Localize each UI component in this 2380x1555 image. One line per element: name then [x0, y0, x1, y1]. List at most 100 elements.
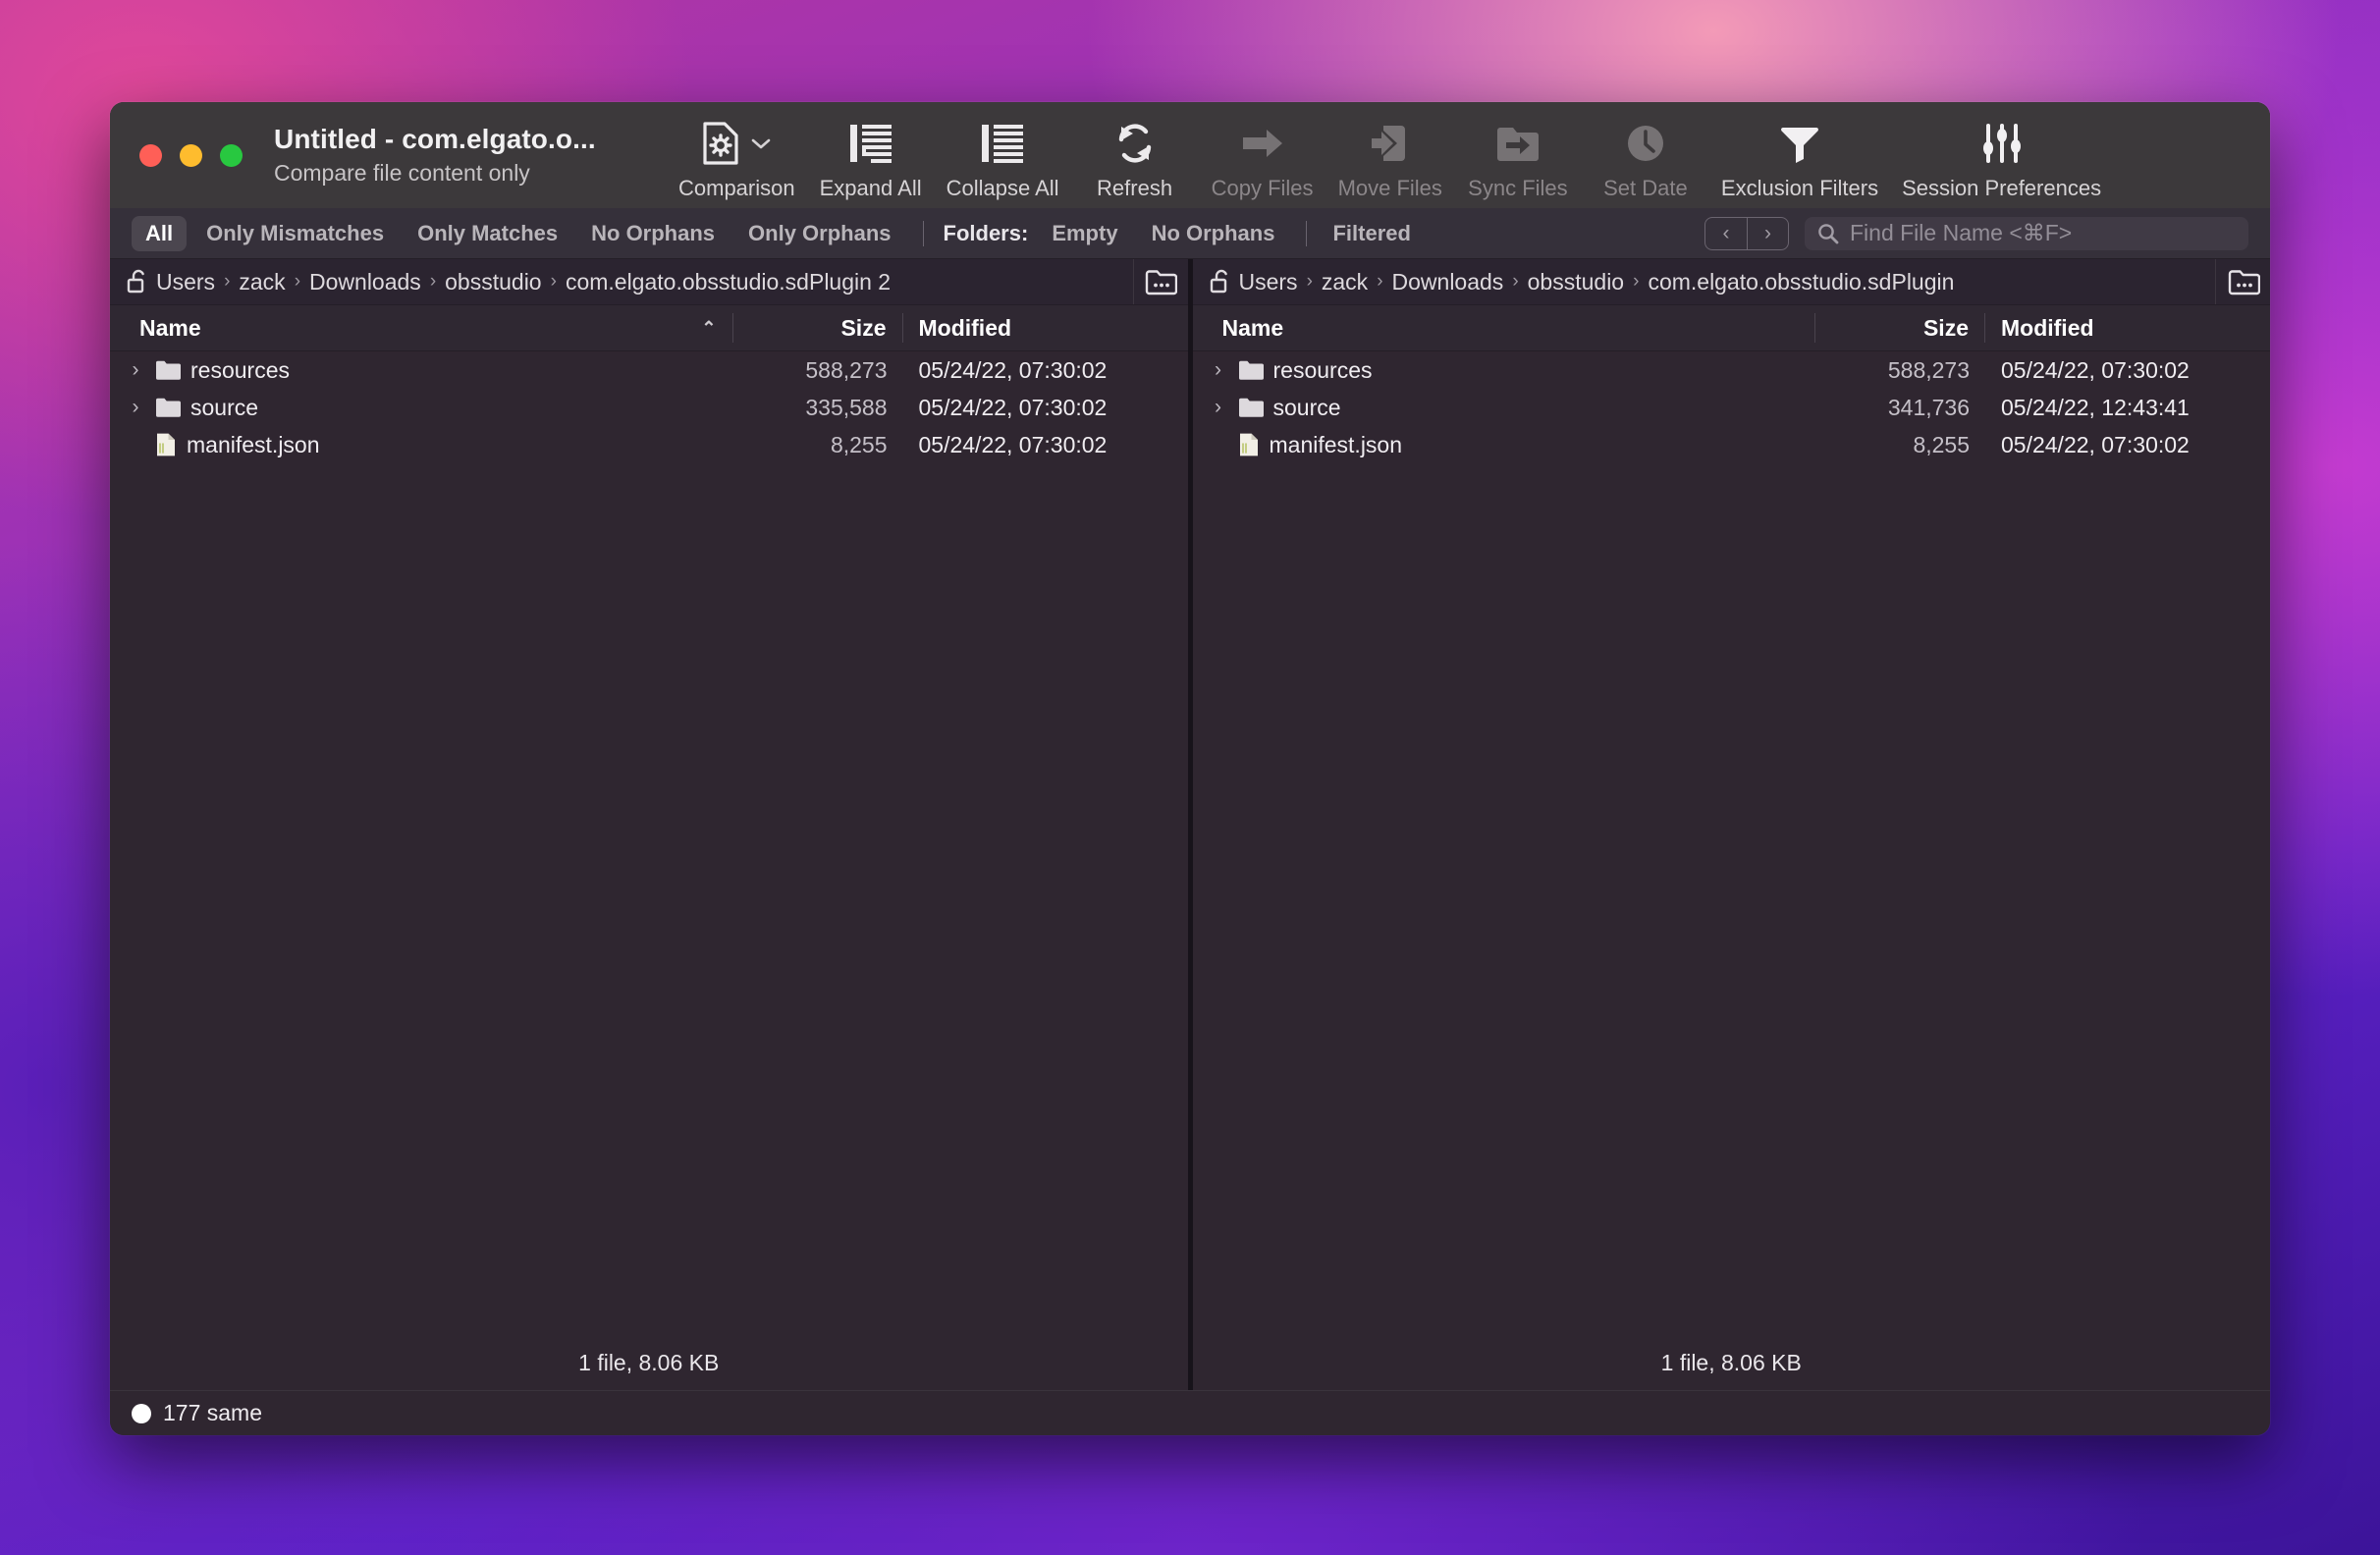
chevron-down-icon — [750, 136, 772, 150]
breadcrumb-segment[interactable]: Downloads — [1392, 269, 1504, 295]
toolbar-label: Sync Files — [1468, 176, 1567, 201]
row-modified-cell: 05/24/22, 12:43:41 — [1985, 395, 2231, 421]
refresh-icon — [1111, 118, 1159, 169]
window-subtitle: Compare file content only — [274, 160, 667, 187]
left-column-header: Name ⌃ Size Modified — [110, 304, 1188, 351]
title-toolbar: Untitled - com.elgato.o... Compare file … — [110, 102, 2270, 208]
right-file-list[interactable]: › resources 588,273 05/24/22, 07:30:02 › — [1193, 351, 2271, 1335]
toolbar-button-comparison[interactable]: Comparison — [667, 118, 807, 201]
column-header-modified[interactable]: Modified — [1985, 315, 2231, 342]
breadcrumb-segment[interactable]: Users — [1239, 269, 1298, 295]
toolbar-button-set-date[interactable]: Set Date — [1582, 118, 1709, 201]
row-size-cell: 588,273 — [1816, 357, 1985, 384]
json-file-icon — [1238, 432, 1260, 457]
breadcrumb-chevron-icon: › — [1512, 271, 1518, 293]
close-button[interactable] — [139, 144, 162, 167]
folder-icon — [155, 359, 181, 381]
folder-filter-no-orphans[interactable]: No Orphans — [1138, 216, 1289, 251]
toolbar-label: Comparison — [678, 176, 795, 201]
window-title: Untitled - com.elgato.o... — [274, 124, 667, 155]
filter-only-matches[interactable]: Only Matches — [404, 216, 571, 251]
row-name-label: manifest.json — [187, 432, 320, 458]
row-name-cell[interactable]: › manifest.json — [110, 432, 734, 458]
left-choose-folder-button[interactable] — [1133, 259, 1188, 304]
status-indicator-icon — [132, 1404, 151, 1423]
disclosure-chevron-icon[interactable]: › — [1209, 396, 1228, 419]
sliders-icon — [1977, 118, 2027, 169]
folder-icon — [155, 397, 181, 418]
toolbar-button-copy-files[interactable]: Copy Files — [1199, 118, 1326, 201]
row-name-cell[interactable]: › resources — [1193, 357, 1817, 384]
column-header-name[interactable]: Name — [1193, 315, 1815, 342]
table-row[interactable]: › resources 588,273 05/24/22, 07:30:02 — [110, 351, 1188, 389]
column-header-size[interactable]: Size — [1815, 315, 1984, 342]
right-choose-folder-button[interactable] — [2215, 259, 2270, 304]
filter-all[interactable]: All — [132, 216, 187, 251]
nav-back-icon[interactable]: ‹ — [1705, 218, 1747, 249]
breadcrumb-segment[interactable]: obsstudio — [445, 269, 541, 295]
sync-folder-icon — [1492, 118, 1543, 169]
toolbar-button-expand-all[interactable]: Expand All — [807, 118, 935, 201]
nav-forward-icon[interactable]: › — [1747, 218, 1788, 249]
row-size-cell: 588,273 — [734, 357, 903, 384]
toolbar-button-move-files[interactable]: Move Files — [1326, 118, 1454, 201]
breadcrumb-segment[interactable]: zack — [1322, 269, 1368, 295]
row-name-cell[interactable]: › source — [1193, 395, 1817, 421]
toolbar-button-collapse-all[interactable]: Collapse All — [935, 118, 1071, 201]
toolbar-button-refresh[interactable]: Refresh — [1071, 118, 1199, 201]
table-row[interactable]: › manifest.json 8,255 05/24/22, 07:30 — [1193, 426, 2271, 463]
breadcrumb[interactable]: Users › zack › Downloads › obsstudio › c… — [126, 268, 1133, 295]
breadcrumb-segment[interactable]: zack — [239, 269, 285, 295]
breadcrumb-chevron-icon: › — [1377, 271, 1382, 293]
breadcrumb-segment[interactable]: obsstudio — [1528, 269, 1624, 295]
move-file-icon — [1366, 118, 1415, 169]
folder-filter-empty[interactable]: Empty — [1038, 216, 1131, 251]
document-gear-icon — [701, 118, 772, 169]
filter-only-mismatches[interactable]: Only Mismatches — [192, 216, 398, 251]
filter-filtered[interactable]: Filtered — [1319, 216, 1424, 251]
breadcrumb[interactable]: Users › zack › Downloads › obsstudio › c… — [1209, 268, 2216, 295]
toolbar-button-session-preferences[interactable]: Session Preferences — [1890, 118, 2113, 201]
maximize-button[interactable] — [220, 144, 243, 167]
folder-icon — [1238, 397, 1264, 418]
filter-only-orphans[interactable]: Only Orphans — [734, 216, 904, 251]
status-bar: 177 same — [110, 1390, 2270, 1435]
disclosure-chevron-icon[interactable]: › — [126, 358, 145, 382]
column-header-size[interactable]: Size — [733, 315, 902, 342]
disclosure-chevron-icon[interactable]: › — [126, 396, 145, 419]
breadcrumb-segment[interactable]: Users — [156, 269, 215, 295]
row-name-cell[interactable]: › manifest.json — [1193, 432, 1817, 458]
breadcrumb-chevron-icon: › — [1307, 271, 1313, 293]
toolbar-button-exclusion-filters[interactable]: Exclusion Filters — [1709, 118, 1890, 201]
breadcrumb-chevron-icon: › — [551, 271, 557, 293]
filter-no-orphans[interactable]: No Orphans — [577, 216, 729, 251]
disclosure-chevron-icon[interactable]: › — [1209, 358, 1228, 382]
row-modified-cell: 05/24/22, 07:30:02 — [903, 395, 1149, 421]
column-header-name[interactable]: Name ⌃ — [110, 315, 732, 342]
folder-ellipsis-icon — [1144, 267, 1177, 296]
expand-all-icon — [847, 118, 894, 169]
column-header-modified[interactable]: Modified — [903, 315, 1149, 342]
table-row[interactable]: › source 335,588 05/24/22, 07:30:02 — [110, 389, 1188, 426]
toolbar-button-sync-files[interactable]: Sync Files — [1454, 118, 1582, 201]
collapse-all-icon — [979, 118, 1026, 169]
row-name-label: resources — [190, 357, 290, 384]
row-modified-cell: 05/24/22, 07:30:02 — [1985, 357, 2231, 384]
toolbar-label: Session Preferences — [1902, 176, 2101, 201]
row-name-label: source — [190, 395, 258, 421]
left-file-list[interactable]: › resources 588,273 05/24/22, 07:30:02 › — [110, 351, 1188, 1335]
row-name-cell[interactable]: › source — [110, 395, 734, 421]
table-row[interactable]: › source 341,736 05/24/22, 12:43:41 — [1193, 389, 2271, 426]
minimize-button[interactable] — [180, 144, 202, 167]
search-field[interactable]: Find File Name <⌘F> — [1805, 217, 2248, 250]
table-row[interactable]: › manifest.json 8,255 05/24/22, 07:30 — [110, 426, 1188, 463]
folder-icon — [1238, 359, 1264, 381]
breadcrumb-chevron-icon: › — [1633, 271, 1639, 293]
breadcrumb-segment[interactable]: com.elgato.obsstudio.sdPlugin — [1648, 269, 1954, 295]
row-size-cell: 341,736 — [1816, 395, 1985, 421]
breadcrumb-segment[interactable]: Downloads — [309, 269, 421, 295]
breadcrumb-segment[interactable]: com.elgato.obsstudio.sdPlugin 2 — [566, 269, 891, 295]
table-row[interactable]: › resources 588,273 05/24/22, 07:30:02 — [1193, 351, 2271, 389]
right-column-header: Name Size Modified — [1193, 304, 2271, 351]
row-name-cell[interactable]: › resources — [110, 357, 734, 384]
